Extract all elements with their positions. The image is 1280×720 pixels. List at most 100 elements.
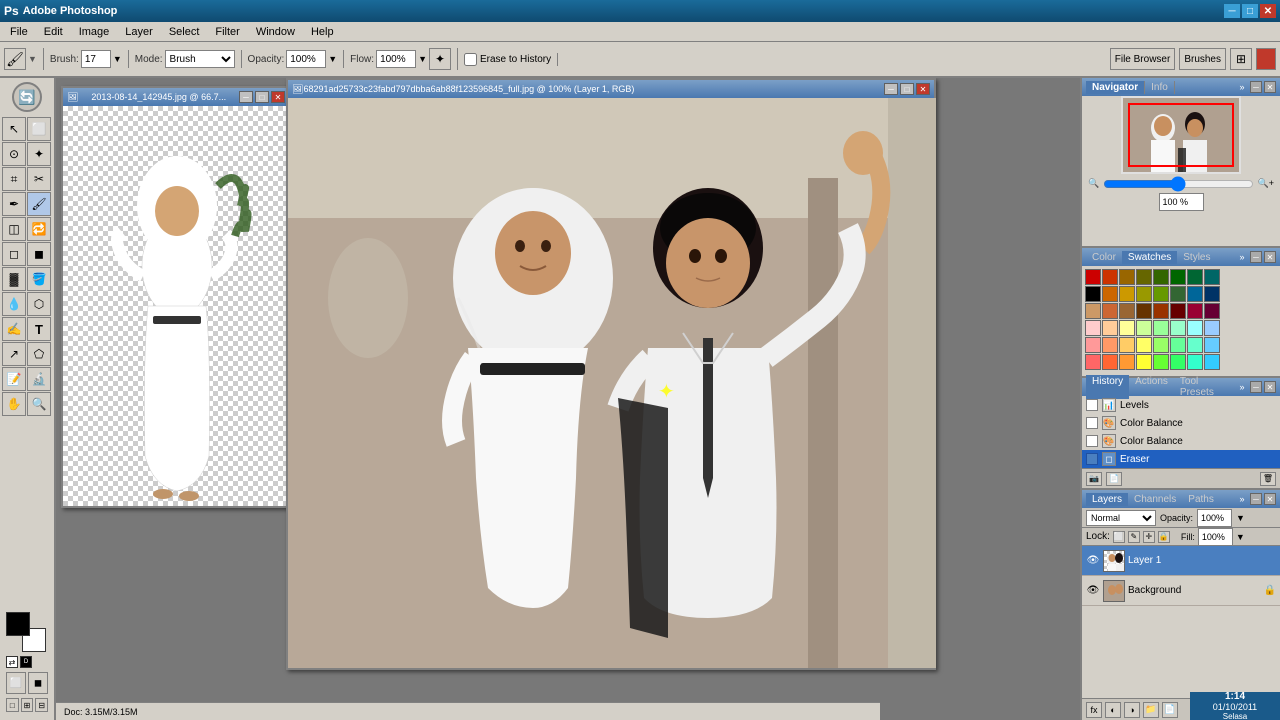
navigator-close-btn[interactable]: ✕ <box>1264 81 1276 93</box>
shape-tool[interactable]: ⬠ <box>27 342 51 366</box>
round-tool-icon[interactable]: 🔄 <box>12 82 42 112</box>
color-swatch[interactable] <box>1136 320 1152 336</box>
color-swatch[interactable] <box>1170 303 1186 319</box>
color-swatch[interactable] <box>1119 337 1135 353</box>
navigator-expand-icon[interactable]: » <box>1236 81 1248 93</box>
color-swatch[interactable] <box>1153 354 1169 370</box>
layer-row-background[interactable]: 👁 Background 🔒 <box>1082 576 1280 606</box>
color-swatch[interactable] <box>1102 354 1118 370</box>
color-swatch[interactable] <box>1187 337 1203 353</box>
menu-file[interactable]: File <box>2 25 36 39</box>
color-swatch[interactable] <box>1153 286 1169 302</box>
foreground-color[interactable] <box>6 612 30 636</box>
history-brush-tool[interactable]: 🔁 <box>27 217 51 241</box>
lock-all-icon[interactable]: 🔒 <box>1158 531 1170 543</box>
close-panel-button[interactable] <box>1256 48 1276 70</box>
nav-zoom-in-icon[interactable]: 🔍+ <box>1258 178 1274 189</box>
color-swatch[interactable] <box>1204 269 1220 285</box>
tab-navigator[interactable]: Navigator <box>1086 81 1145 94</box>
history-check-3[interactable] <box>1086 435 1098 447</box>
color-swatch[interactable] <box>1204 320 1220 336</box>
color-swatch[interactable] <box>1136 269 1152 285</box>
full-screen-no-bar-icon[interactable]: ⊟ <box>35 698 48 712</box>
opacity-arrow[interactable]: ▼ <box>328 54 337 64</box>
history-item-color-balance-1[interactable]: 🎨 Color Balance <box>1082 414 1280 432</box>
tab-channels[interactable]: Channels <box>1128 493 1182 506</box>
doc1-close[interactable]: ✕ <box>271 91 285 103</box>
swap-colors-icon[interactable]: ⇄ <box>6 656 18 668</box>
color-swatch[interactable] <box>1187 269 1203 285</box>
history-check-1[interactable] <box>1086 399 1098 411</box>
color-swatch[interactable] <box>1102 286 1118 302</box>
layer-new-btn[interactable]: 📄 <box>1162 702 1178 718</box>
layers-fill-input[interactable] <box>1198 528 1233 546</box>
path-selection-tool[interactable]: ↗ <box>2 342 26 366</box>
color-swatch[interactable] <box>1085 354 1101 370</box>
menu-edit[interactable]: Edit <box>36 25 71 39</box>
color-swatch[interactable] <box>1187 354 1203 370</box>
color-swatch[interactable] <box>1153 303 1169 319</box>
color-swatch[interactable] <box>1187 303 1203 319</box>
move-tool[interactable]: ↖ <box>2 117 26 141</box>
swatches-expand-icon[interactable]: » <box>1236 251 1248 263</box>
doc1-minimize[interactable]: ─ <box>239 91 253 103</box>
nav-zoom-slider[interactable] <box>1103 179 1253 189</box>
color-swatch[interactable] <box>1119 303 1135 319</box>
brushes-button[interactable]: Brushes <box>1179 48 1226 70</box>
color-swatch[interactable] <box>1170 354 1186 370</box>
paint-bucket-tool[interactable]: 🪣 <box>27 267 51 291</box>
close-button[interactable]: ✕ <box>1260 4 1276 18</box>
workspace-button[interactable]: ⊞ <box>1230 48 1252 70</box>
history-delete-btn[interactable]: 🗑 <box>1260 472 1276 486</box>
layers-opacity-input[interactable] <box>1197 509 1232 527</box>
layer-adjustment-btn[interactable]: ◑ <box>1124 702 1140 718</box>
zoom-tool[interactable]: 🔍 <box>27 392 51 416</box>
crop-tool[interactable]: ⌗ <box>2 167 26 191</box>
menu-filter[interactable]: Filter <box>207 25 247 39</box>
clone-tool[interactable]: ◫ <box>2 217 26 241</box>
history-new-snapshot-btn[interactable]: 📷 <box>1086 472 1102 486</box>
brush-tool active[interactable]: 🖌 <box>27 192 51 216</box>
color-swatch[interactable] <box>1119 354 1135 370</box>
brush-preset-icon[interactable]: 🖌 <box>4 48 26 70</box>
hand-tool[interactable]: ✋ <box>2 392 26 416</box>
color-swatch[interactable] <box>1119 320 1135 336</box>
lock-transparent-icon[interactable]: ⬜ <box>1113 531 1125 543</box>
opacity-dropdown-arrow[interactable]: ▼ <box>1236 513 1245 523</box>
layer-row-layer1[interactable]: 👁 Layer 1 <box>1082 546 1280 576</box>
color-swatch[interactable] <box>1153 337 1169 353</box>
default-colors-icon[interactable]: D <box>20 656 32 668</box>
tab-styles[interactable]: Styles <box>1177 251 1216 264</box>
erase-history-checkbox[interactable] <box>464 53 477 66</box>
layer-mask-btn[interactable]: ◐ <box>1105 702 1121 718</box>
color-swatch[interactable] <box>1102 337 1118 353</box>
color-swatch[interactable] <box>1170 286 1186 302</box>
menu-select[interactable]: Select <box>161 25 208 39</box>
full-screen-icon[interactable]: ⊞ <box>21 698 34 712</box>
navigator-minimize-btn[interactable]: ─ <box>1250 81 1262 93</box>
airbrush-button[interactable]: ✦ <box>429 48 451 70</box>
nav-zoom-input[interactable] <box>1159 193 1204 211</box>
history-close-btn[interactable]: ✕ <box>1264 381 1276 393</box>
history-new-document-btn[interactable]: 📄 <box>1106 472 1122 486</box>
color-swatch[interactable] <box>1085 286 1101 302</box>
tab-info[interactable]: Info <box>1145 81 1175 94</box>
maximize-button[interactable]: □ <box>1242 4 1258 18</box>
layers-minimize-btn[interactable]: ─ <box>1250 493 1262 505</box>
history-item-eraser[interactable]: ◻ Eraser <box>1082 450 1280 468</box>
color-swatch[interactable] <box>1085 320 1101 336</box>
color-swatch[interactable] <box>1170 337 1186 353</box>
nav-zoom-out-icon[interactable]: 🔍 <box>1088 178 1099 189</box>
notes-tool[interactable]: 📝 <box>2 367 26 391</box>
menu-help[interactable]: Help <box>303 25 342 39</box>
dodge-tool[interactable]: ⬡ <box>27 292 51 316</box>
flow-input[interactable] <box>376 50 416 68</box>
minimize-button[interactable]: ─ <box>1224 4 1240 18</box>
color-swatch[interactable] <box>1136 286 1152 302</box>
magic-wand-tool[interactable]: ✦ <box>27 142 51 166</box>
marquee-tool[interactable]: ⬜ <box>27 117 51 141</box>
blur-tool[interactable]: 💧 <box>2 292 26 316</box>
background-visibility-icon[interactable]: 👁 <box>1086 584 1100 598</box>
doc2-minimize[interactable]: ─ <box>884 83 898 95</box>
color-swatch[interactable] <box>1204 337 1220 353</box>
